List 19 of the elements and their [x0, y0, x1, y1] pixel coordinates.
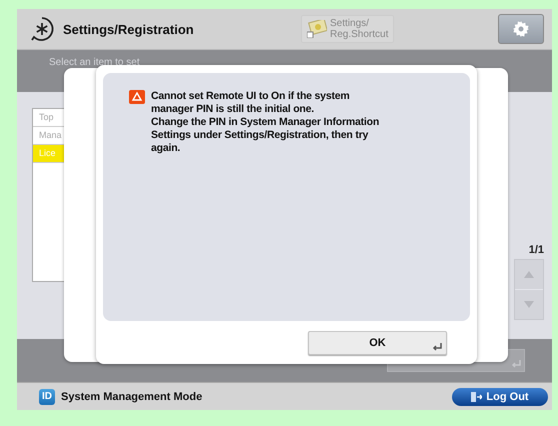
window-title: Settings/Registration	[63, 22, 195, 36]
enter-icon	[511, 360, 521, 368]
door-icon	[471, 392, 482, 402]
mode-label: System Management Mode	[61, 390, 202, 402]
instruction-text: Select an item to set	[49, 57, 140, 68]
enter-icon	[432, 343, 442, 351]
error-message: Cannot set Remote UI to On if the system manager PIN is still the initial one. Change the PIN in System Manager Information Settings under Settings/Registration, then try again.	[151, 90, 380, 156]
settings-logo-icon	[29, 16, 55, 42]
up-arrow-icon	[524, 271, 534, 278]
logout-button[interactable]: Log Out	[452, 388, 548, 406]
settings-icon	[513, 21, 529, 37]
shortcut-label: Settings/ Reg.Shortcut	[330, 18, 388, 40]
id-badge: ID	[39, 388, 55, 404]
settings-button[interactable]	[498, 14, 544, 44]
warning-icon	[129, 90, 145, 104]
ok-button[interactable]: OK	[308, 331, 447, 355]
down-arrow-icon	[524, 301, 534, 308]
folder-icon	[307, 20, 327, 38]
page-indicator: 1/1	[528, 244, 544, 256]
